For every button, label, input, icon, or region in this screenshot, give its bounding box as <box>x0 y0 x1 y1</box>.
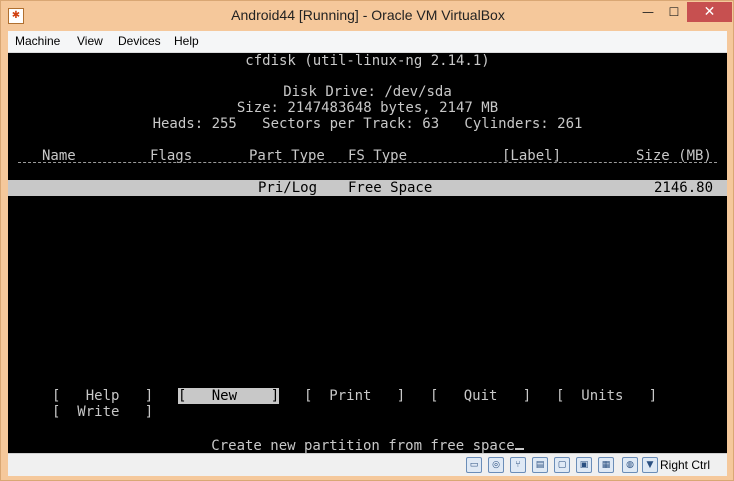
disk-drive-line: Disk Drive: /dev/sda <box>283 84 452 100</box>
text-cursor <box>514 436 524 450</box>
print-option[interactable]: [ Print ] <box>304 388 405 404</box>
mouse-integration-icon[interactable]: ◍ <box>622 457 638 473</box>
title-bar[interactable]: ✱ Android44 [Running] - Oracle VM Virtua… <box>1 1 734 31</box>
disk-size-line: Size: 2147483648 bytes, 2147 MB <box>236 100 499 116</box>
host-key-label: Right Ctrl <box>660 458 711 472</box>
quit-option[interactable]: [ Quit ] <box>430 388 531 404</box>
video-capture-icon[interactable]: ▣ <box>576 457 592 473</box>
vm-display[interactable]: cfdisk (util-linux-ng 2.14.1) Disk Drive… <box>8 53 727 453</box>
maximize-button[interactable]: ☐ <box>661 2 687 22</box>
menu-machine[interactable]: Machine <box>15 34 60 48</box>
status-bar: ▭ ◎ ⑂ ▤ ▢ ▣ ▦ ◍ ▼ Right Ctrl <box>8 453 727 476</box>
menu-bar: Machine View Devices Help <box>8 31 727 53</box>
network-icon[interactable]: ▦ <box>598 457 614 473</box>
usb-icon[interactable]: ⑂ <box>510 457 526 473</box>
keyboard-capture-icon[interactable]: ▼ <box>642 457 658 473</box>
disk-geometry-line: Heads: 255 Sectors per Track: 63 Cylinde… <box>152 116 583 132</box>
help-option[interactable]: [ Help ] <box>52 388 153 404</box>
row-fs-type: Free Space <box>348 180 433 196</box>
optical-drive-icon[interactable]: ◎ <box>488 457 504 473</box>
program-title: cfdisk (util-linux-ng 2.14.1) <box>245 53 490 69</box>
close-button[interactable]: ✕ <box>687 2 732 22</box>
menu-view[interactable]: View <box>77 34 103 48</box>
partition-row[interactable]: Pri/Log Free Space 2146.80 <box>8 180 727 196</box>
vm-window: ✱ Android44 [Running] - Oracle VM Virtua… <box>0 0 734 481</box>
write-option[interactable]: [ Write ] <box>52 404 153 420</box>
status-text: Create new partition from free space <box>211 438 515 453</box>
row-size: 2146.80 <box>654 180 714 196</box>
units-option[interactable]: [ Units ] <box>556 388 657 404</box>
menu-devices[interactable]: Devices <box>118 34 161 48</box>
shared-folders-icon[interactable]: ▤ <box>532 457 548 473</box>
window-title: Android44 [Running] - Oracle VM VirtualB… <box>231 7 505 23</box>
row-part-type: Pri/Log <box>258 180 318 196</box>
status-message: Create new partition from free space <box>8 436 727 453</box>
new-option[interactable]: [ New ] <box>178 388 280 404</box>
header-divider <box>18 162 717 163</box>
menu-help[interactable]: Help <box>174 34 199 48</box>
minimize-button[interactable]: — <box>635 2 661 22</box>
display-icon[interactable]: ▢ <box>554 457 570 473</box>
hard-disk-icon[interactable]: ▭ <box>466 457 482 473</box>
